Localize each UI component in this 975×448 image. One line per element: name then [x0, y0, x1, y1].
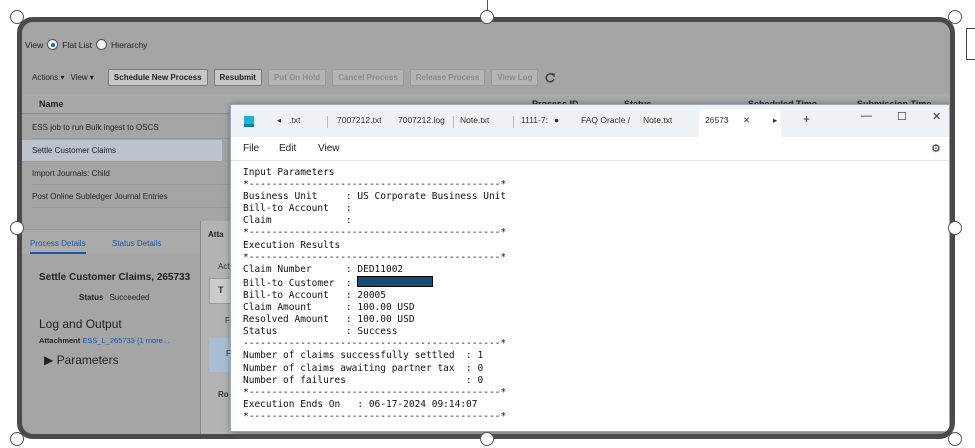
resize-handle-left[interactable]	[10, 221, 24, 235]
resize-handle-top-right[interactable]	[948, 10, 962, 24]
selection-frame	[17, 17, 955, 439]
resize-handle-right[interactable]	[948, 221, 962, 235]
resize-handle-top[interactable]	[480, 10, 494, 24]
resize-handle-bottom-right[interactable]	[948, 432, 962, 446]
resize-handle-bottom[interactable]	[480, 432, 494, 446]
side-panel-edge	[966, 28, 975, 60]
resize-handle-bottom-left[interactable]	[10, 432, 24, 446]
resize-handle-top-left[interactable]	[10, 10, 24, 24]
screenshot: View Flat List Hierarchy Actions ▾ View …	[0, 0, 975, 448]
